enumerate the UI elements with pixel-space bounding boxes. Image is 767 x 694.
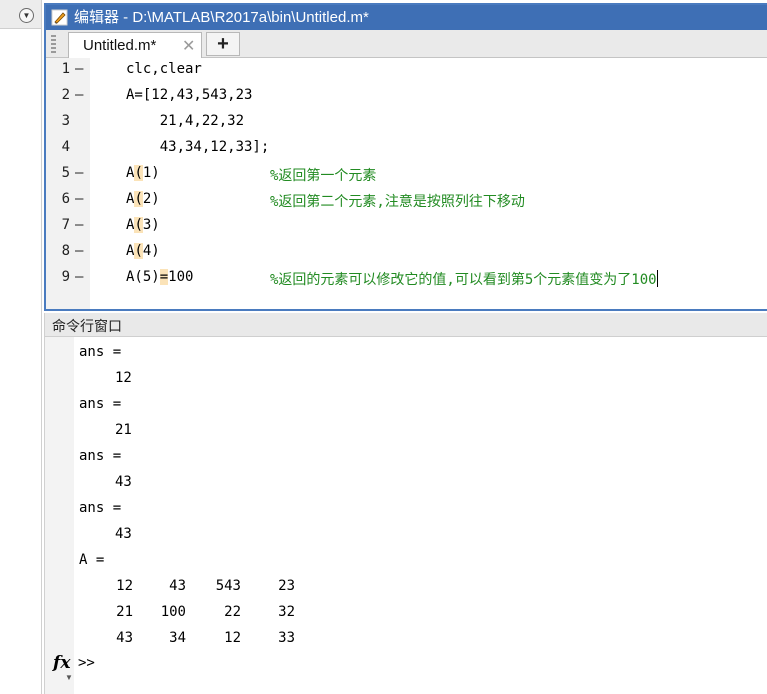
code-line: 4 43,34,12,33];	[46, 136, 767, 162]
matrix-cell: 33	[278, 630, 295, 646]
tab-label: Untitled.m*	[83, 37, 157, 54]
breakpoint-marker[interactable]: —	[75, 61, 83, 77]
output-value: 12	[115, 370, 132, 386]
line-number: 4	[61, 139, 70, 155]
code-line: 3 21,4,22,32	[46, 110, 767, 136]
tab-untitled[interactable]: Untitled.m* ✕	[68, 32, 202, 58]
output-value: 43	[115, 526, 132, 542]
breakpoint-marker[interactable]: —	[75, 165, 83, 181]
breakpoint-marker[interactable]: —	[75, 191, 83, 207]
command-prompt[interactable]: >>	[78, 655, 95, 671]
matrix-cell: 32	[278, 604, 295, 620]
matrix-cell: 21	[116, 604, 133, 620]
command-window: 命令行窗口 ans = 12 ans = 21 ans = 43 ans = 4…	[44, 313, 767, 694]
matrix-cell: 43	[116, 630, 133, 646]
line-number: 1	[61, 61, 70, 77]
drag-grip-icon[interactable]	[51, 35, 56, 53]
code-text: clc,clear	[126, 61, 202, 77]
chevron-down-icon[interactable]: ▼	[65, 673, 73, 682]
code-comment: %返回第一个元素	[270, 168, 377, 184]
editor-window: 编辑器 - D:\MATLAB\R2017a\bin\Untitled.m* U…	[44, 3, 767, 311]
left-panel: ▼	[0, 0, 42, 694]
code-text: A(5)=100	[126, 269, 194, 285]
matrix-cell: 34	[169, 630, 186, 646]
close-icon[interactable]: ✕	[182, 36, 195, 56]
matrix-cell: 543	[215, 578, 241, 594]
editor-pencil-icon	[51, 9, 68, 26]
code-line: 8 — A(4)	[46, 240, 767, 266]
line-number: 3	[61, 113, 70, 129]
editor-title-bar: 编辑器 - D:\MATLAB\R2017a\bin\Untitled.m*	[46, 5, 767, 30]
code-comment: %返回的元素可以修改它的值,可以看到第5个元素值变为了100	[270, 269, 658, 289]
command-window-body[interactable]: ans = 12 ans = 21 ans = 43 ans = 43 A = …	[45, 337, 767, 694]
output-label: ans =	[79, 344, 122, 360]
matrix-cell: 12	[224, 630, 241, 646]
matrix-label: A =	[79, 552, 105, 568]
code-line: 6 — A(2) %返回第二个元素,注意是按照列往下移动	[46, 188, 767, 214]
output-label: ans =	[79, 448, 122, 464]
matrix-cell: 100	[160, 604, 186, 620]
code-line: 7 — A(3)	[46, 214, 767, 240]
matrix-cell: 12	[116, 578, 133, 594]
code-text: A=[12,43,543,23	[126, 87, 253, 103]
code-text: 21,4,22,32	[126, 113, 245, 129]
code-line: 2 — A=[12,43,543,23	[46, 84, 767, 110]
code-text: A(2)	[126, 191, 160, 207]
matrix-cell: 23	[278, 578, 295, 594]
line-number: 8	[61, 243, 70, 259]
command-window-title: 命令行窗口	[52, 318, 122, 334]
breakpoint-marker[interactable]: —	[75, 87, 83, 103]
command-gutter	[45, 337, 74, 694]
line-number: 2	[61, 87, 70, 103]
code-line: 9 — A(5)=100 %返回的元素可以修改它的值,可以看到第5个元素值变为了…	[46, 266, 767, 292]
matrix-cell: 43	[169, 578, 186, 594]
panel-menu-dropdown-icon[interactable]: ▼	[19, 8, 34, 23]
output-label: ans =	[79, 396, 122, 412]
code-text: A(4)	[126, 243, 160, 259]
line-number: 6	[61, 191, 70, 207]
function-browser-icon[interactable]: fx	[53, 653, 70, 673]
editor-tab-bar: Untitled.m* ✕ +	[46, 30, 767, 58]
code-line: 5 — A(1) %返回第一个元素	[46, 162, 767, 188]
command-window-title-bar: 命令行窗口	[45, 313, 767, 337]
line-number: 5	[61, 165, 70, 181]
output-label: ans =	[79, 500, 122, 516]
breakpoint-marker[interactable]: —	[75, 217, 83, 233]
text-caret	[656, 270, 658, 287]
matrix-cell: 22	[224, 604, 241, 620]
breakpoint-marker[interactable]: —	[75, 243, 83, 259]
breakpoint-marker[interactable]: —	[75, 269, 83, 285]
editor-title: 编辑器 - D:\MATLAB\R2017a\bin\Untitled.m*	[74, 9, 369, 26]
code-text: 43,34,12,33];	[126, 139, 270, 155]
code-text: A(1)	[126, 165, 160, 181]
code-comment: %返回第二个元素,注意是按照列往下移动	[270, 194, 525, 210]
code-line: 1 — clc,clear	[46, 58, 767, 84]
code-editor[interactable]: 1 — clc,clear 2 — A=[12,43,543,23 3 21,4…	[46, 58, 767, 309]
add-tab-button[interactable]: +	[206, 32, 240, 56]
code-text: A(3)	[126, 217, 160, 233]
line-number: 7	[61, 217, 70, 233]
line-number: 9	[61, 269, 70, 285]
comment-text: %返回的元素可以修改它的值,可以看到第5个元素值变为了100	[270, 272, 657, 288]
output-value: 43	[115, 474, 132, 490]
left-panel-header: ▼	[0, 0, 41, 29]
output-value: 21	[115, 422, 132, 438]
